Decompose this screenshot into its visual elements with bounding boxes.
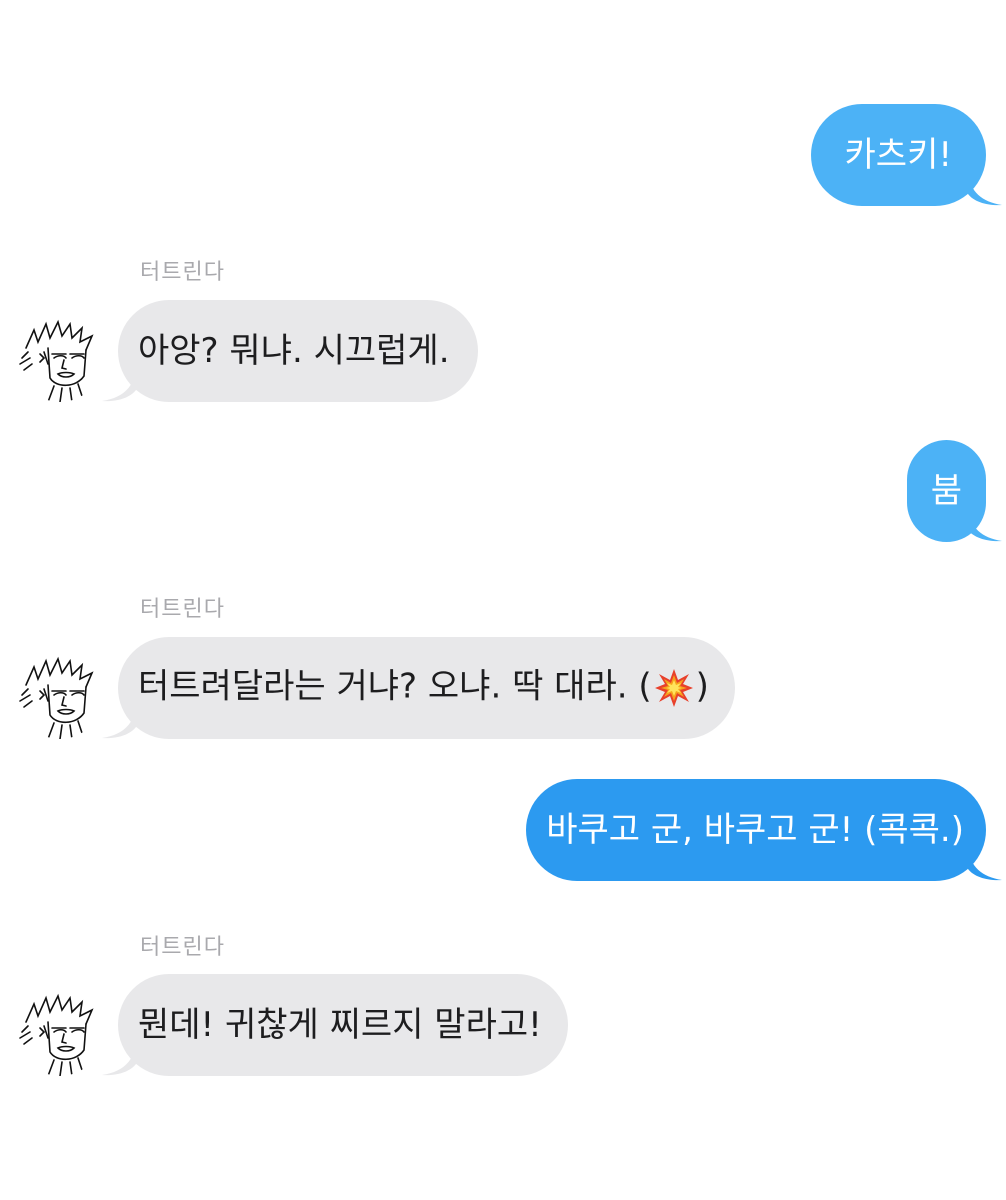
outgoing-message-bubble[interactable]: 카츠키! (810, 104, 1002, 206)
contact-avatar[interactable] (18, 655, 102, 739)
sender-name: 터트린다 (140, 260, 225, 285)
sender-name: 터트린다 (140, 597, 225, 622)
chat-transcript: 카츠키! 터트린다 아앙? 뭐냐. 시끄럽게. 붐 터트린다 터트려달라는 거냐… (0, 0, 1006, 1200)
bubble-tail-icon (968, 847, 1002, 881)
message-text-part: ) (695, 666, 709, 707)
contact-avatar[interactable] (18, 318, 102, 402)
message-text: 붐 (930, 471, 962, 511)
spiky-hair-character-avatar-icon (19, 319, 94, 402)
incoming-message-bubble[interactable]: 터트려달라는 거냐? 오냐. 딱 대라. ( ) (102, 637, 735, 739)
spiky-hair-character-avatar-icon (19, 656, 94, 739)
message-text: 카츠키! (844, 135, 952, 175)
incoming-message-bubble[interactable]: 아앙? 뭐냐. 시끄럽게. (102, 300, 478, 402)
bubble-tail-icon (968, 172, 1002, 206)
bubble-tail-icon (102, 705, 136, 739)
message-text: 뭔데! 귀찮게 찌르지 말라고! (138, 1005, 542, 1045)
outgoing-message-bubble[interactable]: 붐 (906, 440, 1002, 542)
message-text: 바쿠고 군, 바쿠고 군! (콕콕.) (546, 810, 964, 850)
bubble-tail-icon (102, 368, 136, 402)
sender-name: 터트린다 (140, 935, 225, 960)
collision-emoji-icon (654, 669, 693, 707)
bubble-tail-icon (968, 508, 1002, 542)
contact-avatar[interactable] (18, 992, 102, 1076)
message-text: 아앙? 뭐냐. 시끄럽게. (138, 331, 450, 371)
spiky-hair-character-avatar-icon (19, 993, 94, 1076)
outgoing-message-bubble[interactable]: 바쿠고 군, 바쿠고 군! (콕콕.) (526, 779, 1002, 881)
bubble-tail-icon (102, 1042, 136, 1076)
message-text: 터트려달라는 거냐? 오냐. 딱 대라. ( ) (138, 668, 709, 708)
message-text-part: 터트려달라는 거냐? 오냐. 딱 대라. ( (138, 666, 652, 707)
incoming-message-bubble[interactable]: 뭔데! 귀찮게 찌르지 말라고! (102, 974, 568, 1076)
